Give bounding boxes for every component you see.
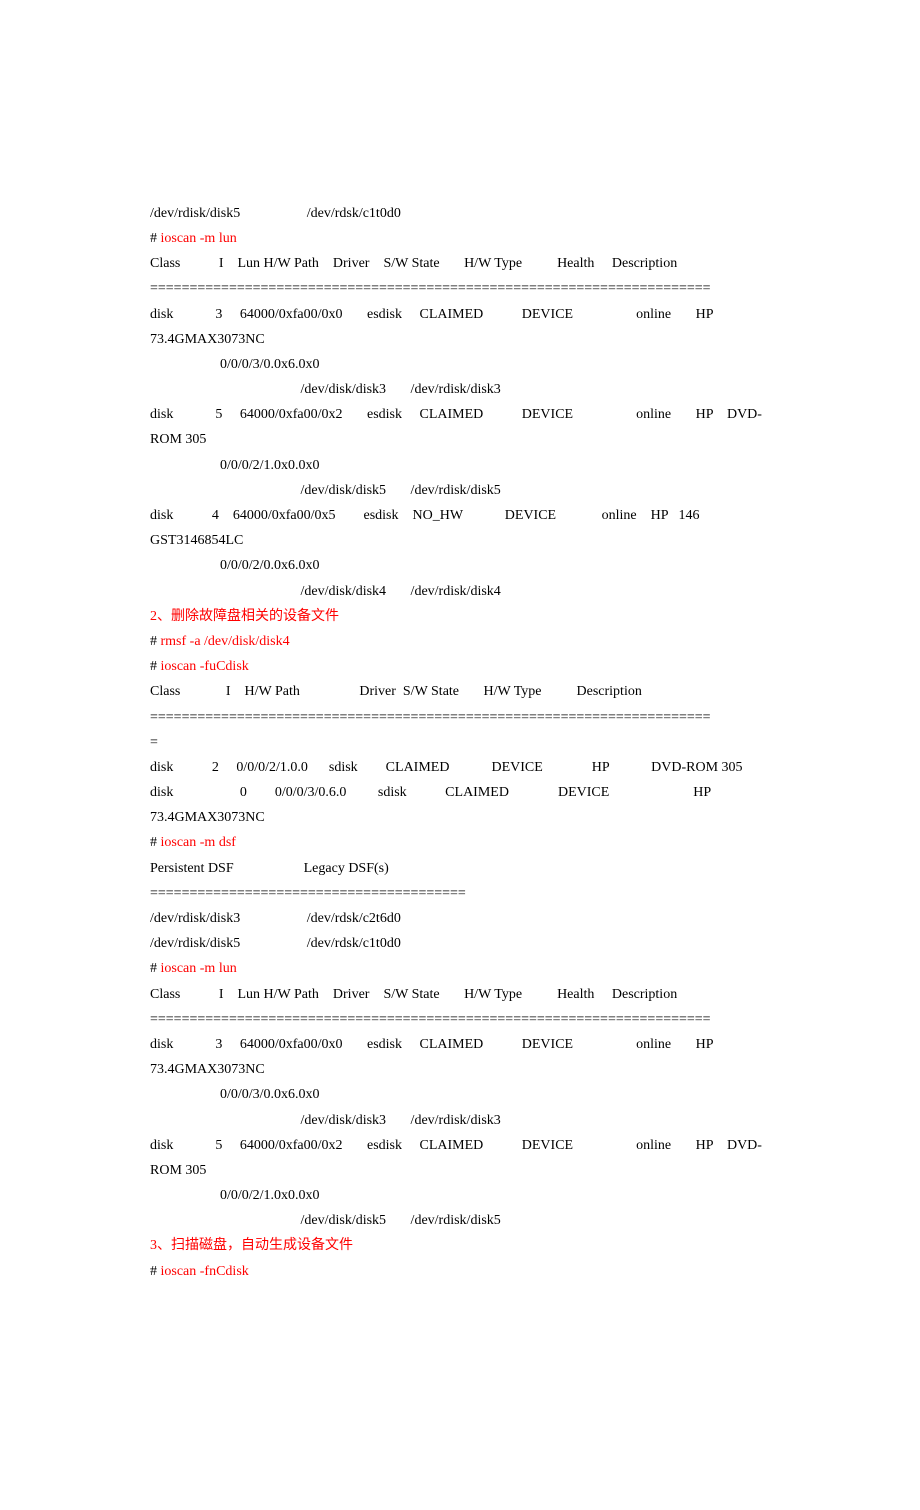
command-text: ioscan -m dsf — [161, 835, 236, 850]
section-heading: 3、扫描磁盘，自动生成设备文件 — [150, 1238, 353, 1253]
prompt: # — [150, 659, 161, 674]
line: ========================================… — [150, 1007, 770, 1032]
line: Class I H/W Path Driver S/W State H/W Ty… — [150, 679, 770, 704]
line: 3、扫描磁盘，自动生成设备文件 — [150, 1233, 770, 1258]
line: # ioscan -m lun — [150, 956, 770, 981]
line: 0/0/0/2/1.0x0.0x0 — [150, 1183, 770, 1208]
line: ========================================… — [150, 705, 770, 730]
prompt: # — [150, 961, 161, 976]
document-body: /dev/rdisk/disk5 /dev/rdsk/c1t0d0# iosca… — [150, 201, 770, 1284]
line: ======================================== — [150, 881, 770, 906]
prompt: # — [150, 231, 161, 246]
line: # rmsf -a /dev/disk/disk4 — [150, 629, 770, 654]
command-text: rmsf -a /dev/disk/disk4 — [161, 634, 290, 649]
prompt: # — [150, 835, 161, 850]
line: disk 4 64000/0xfa00/0x5 esdisk NO_HW DEV… — [150, 503, 770, 553]
line: Persistent DSF Legacy DSF(s) — [150, 856, 770, 881]
line: disk 5 64000/0xfa00/0x2 esdisk CLAIMED D… — [150, 402, 770, 452]
command-text: ioscan -m lun — [161, 231, 237, 246]
line: # ioscan -m lun — [150, 226, 770, 251]
line: Class I Lun H/W Path Driver S/W State H/… — [150, 982, 770, 1007]
command-text: ioscan -fnCdisk — [161, 1264, 249, 1279]
line: 0/0/0/2/0.0x6.0x0 — [150, 553, 770, 578]
command-text: ioscan -fuCdisk — [161, 659, 249, 674]
line: Class I Lun H/W Path Driver S/W State H/… — [150, 251, 770, 276]
line: 0/0/0/3/0.0x6.0x0 — [150, 352, 770, 377]
line: /dev/rdisk/disk5 /dev/rdsk/c1t0d0 — [150, 201, 770, 226]
line: /dev/disk/disk3 /dev/rdisk/disk3 — [150, 377, 770, 402]
line: 0/0/0/2/1.0x0.0x0 — [150, 453, 770, 478]
line: /dev/disk/disk4 /dev/rdisk/disk4 — [150, 579, 770, 604]
line: disk 3 64000/0xfa00/0x0 esdisk CLAIMED D… — [150, 1032, 770, 1082]
line: # ioscan -m dsf — [150, 830, 770, 855]
line: /dev/disk/disk3 /dev/rdisk/disk3 — [150, 1108, 770, 1133]
line: ========================================… — [150, 276, 770, 301]
line: # ioscan -fnCdisk — [150, 1259, 770, 1284]
line: /dev/rdisk/disk5 /dev/rdsk/c1t0d0 — [150, 931, 770, 956]
line: disk 5 64000/0xfa00/0x2 esdisk CLAIMED D… — [150, 1133, 770, 1183]
section-heading: 2、删除故障盘相关的设备文件 — [150, 609, 339, 624]
line: # ioscan -fuCdisk — [150, 654, 770, 679]
line: /dev/disk/disk5 /dev/rdisk/disk5 — [150, 1208, 770, 1233]
line: 0/0/0/3/0.0x6.0x0 — [150, 1082, 770, 1107]
command-text: ioscan -m lun — [161, 961, 237, 976]
line: 2、删除故障盘相关的设备文件 — [150, 604, 770, 629]
line: /dev/disk/disk5 /dev/rdisk/disk5 — [150, 478, 770, 503]
line: disk 0 0/0/0/3/0.6.0 sdisk CLAIMED DEVIC… — [150, 780, 770, 830]
line: disk 2 0/0/0/2/1.0.0 sdisk CLAIMED DEVIC… — [150, 755, 770, 780]
line: /dev/rdisk/disk3 /dev/rdsk/c2t6d0 — [150, 906, 770, 931]
prompt: # — [150, 1264, 161, 1279]
line: disk 3 64000/0xfa00/0x0 esdisk CLAIMED D… — [150, 302, 770, 352]
prompt: # — [150, 634, 161, 649]
line: = — [150, 730, 770, 755]
